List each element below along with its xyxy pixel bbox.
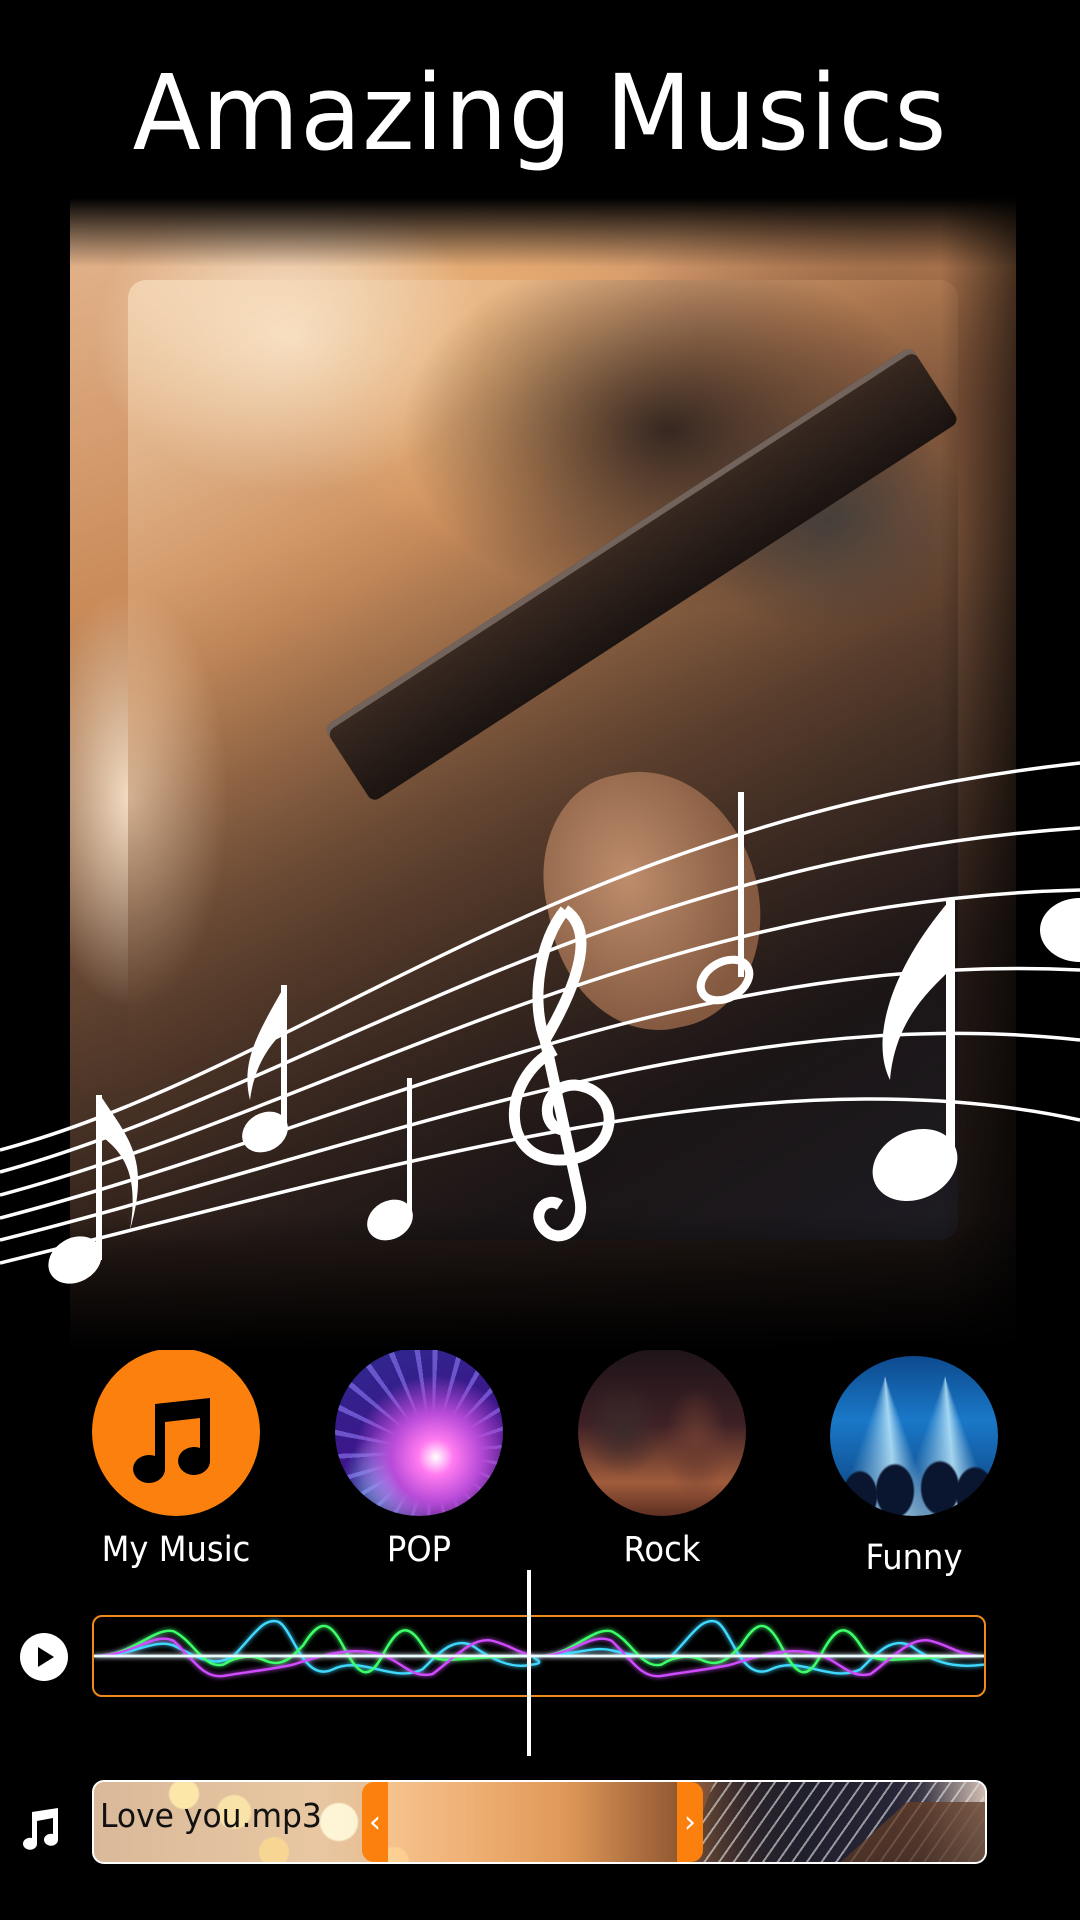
clip-filename: Love you.mp3: [100, 1796, 322, 1835]
guitar-neck-graphic: [323, 346, 958, 803]
waveform: [94, 1619, 984, 1678]
half-note-icon: [696, 792, 754, 1005]
play-button[interactable]: [20, 1633, 68, 1681]
eighth-note-icon: [872, 900, 958, 1201]
audio-clip-track[interactable]: ‹ › Love you.mp3: [92, 1780, 987, 1864]
disco-ball-thumbnail[interactable]: [335, 1348, 503, 1516]
chevron-right-icon: ›: [684, 1804, 696, 1840]
category-pop[interactable]: POP: [334, 1348, 504, 1570]
playhead-cursor[interactable]: [527, 1570, 531, 1756]
wave-cyan: [94, 1619, 984, 1675]
category-label: Rock: [623, 1530, 701, 1570]
note-head-partial-icon: [1040, 898, 1080, 962]
music-note-icon: [133, 1398, 211, 1483]
wave-green: [94, 1624, 984, 1674]
category-my-music[interactable]: My Music: [91, 1348, 261, 1570]
quarter-note-icon: [367, 1078, 413, 1241]
category-label: POP: [386, 1530, 452, 1570]
my-music-circle[interactable]: [92, 1348, 260, 1516]
trim-handle-left[interactable]: ‹: [362, 1782, 388, 1862]
clip-selection-region[interactable]: [388, 1782, 985, 1862]
concert-thumbnail[interactable]: [830, 1356, 998, 1516]
wave-magenta: [94, 1637, 984, 1678]
category-funny[interactable]: Funny: [829, 1356, 999, 1578]
chevron-left-icon: ‹: [369, 1804, 381, 1840]
category-label: Funny: [865, 1538, 963, 1578]
play-icon: [38, 1647, 54, 1667]
rock-band-thumbnail[interactable]: [578, 1348, 746, 1516]
waveform-track[interactable]: [92, 1615, 986, 1697]
category-label: My Music: [101, 1530, 251, 1570]
app-title: Amazing Musics: [132, 52, 948, 174]
music-staff-overlay: [0, 761, 1080, 1284]
trim-handle-right[interactable]: ›: [677, 1782, 703, 1862]
category-rock[interactable]: Rock: [577, 1348, 747, 1570]
music-note-icon: [23, 1808, 58, 1850]
